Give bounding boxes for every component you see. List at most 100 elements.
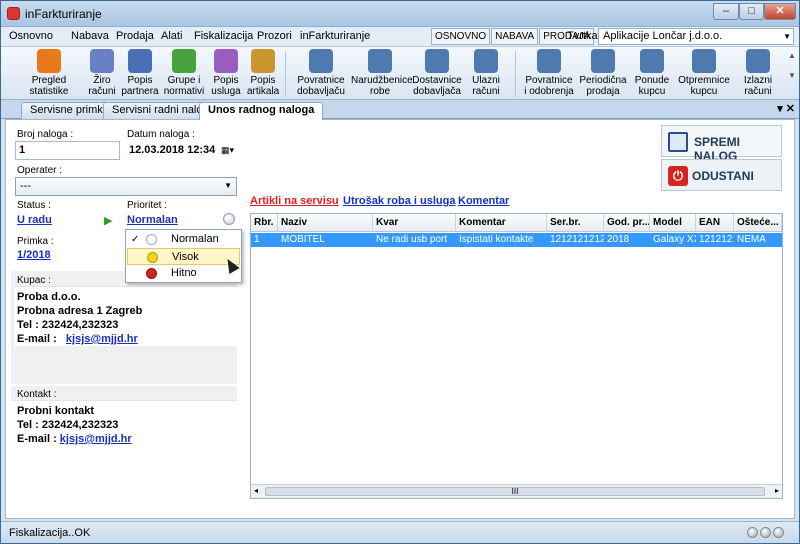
ribbon-popis-partnera[interactable]: Popis partnera <box>121 49 159 97</box>
ribbon-ulazni-racuni[interactable]: Ulazni računi <box>469 49 503 97</box>
ribbon-label: Popis artikala <box>247 75 280 97</box>
ribbon-label: Narudžbenice robe <box>351 75 413 97</box>
ribbon-popis-artikala[interactable]: Popis artikala <box>247 49 279 97</box>
ribbon-pregled-statistike[interactable]: Pregled statistike <box>25 49 73 97</box>
delivery-note-icon <box>425 49 449 73</box>
kupac-label: Kupac : <box>17 275 51 286</box>
ribbon-label: Ulazni računi <box>472 75 500 97</box>
tab-close-icon[interactable]: ▾ ✕ <box>777 102 795 115</box>
ribbon-ponude-kupcu[interactable]: Ponude kupcu <box>633 49 671 97</box>
check-icon: ✓ <box>131 234 140 245</box>
articles-icon <box>251 49 275 73</box>
column-header-naziv[interactable]: Naziv <box>278 214 373 232</box>
maximize-button[interactable]: □ <box>739 3 764 20</box>
play-icon[interactable]: ▶ <box>104 214 112 227</box>
ribbon-povratnice-dobavljacu[interactable]: Povratnice dobavljaču <box>295 49 347 97</box>
cell-ostecenje: NEMA <box>734 233 782 247</box>
datum-naloga-label: Datum naloga : <box>127 129 195 140</box>
priority-dropdown-menu: ✓ Normalan Visok Hitno <box>125 229 242 283</box>
menu-osnovno[interactable]: Osnovno <box>9 30 53 42</box>
close-button[interactable]: ✕ <box>764 3 796 20</box>
menu-nabava[interactable]: Nabava <box>71 30 109 42</box>
ribbon-separator <box>515 51 516 97</box>
menu-infarkturiranje[interactable]: inFarkturiranje <box>300 30 370 42</box>
partners-icon <box>128 49 152 73</box>
operater-select[interactable]: --- ▼ <box>15 177 237 196</box>
kupac-phone: Tel : 232424,232323 <box>17 319 119 331</box>
menu-prozori[interactable]: Prozori <box>257 30 292 42</box>
ribbon-scroll[interactable]: ▲ ▼ <box>787 51 797 95</box>
mode-nabava-button[interactable]: NABAVA <box>491 28 539 45</box>
ribbon-label: Povratnice i odobrenja <box>524 75 574 97</box>
cell-kvar: Ne radi usb port <box>373 233 456 247</box>
company-select[interactable]: Aplikacije Lončar j.d.o.o. ▼ <box>598 28 794 45</box>
minimize-button[interactable]: – <box>713 3 739 20</box>
save-button[interactable]: SPREMI NALOG <box>661 125 782 163</box>
ribbon-popis-usluga[interactable]: Popis usluga <box>209 49 243 97</box>
ribbon-narudzbenice-robe[interactable]: Narudžbenice robe <box>351 49 413 97</box>
operater-value: --- <box>20 180 31 192</box>
periodic-sales-icon <box>591 49 615 73</box>
scroll-thumb[interactable]: III <box>265 487 765 496</box>
tab-komentar[interactable]: Komentar <box>458 195 509 207</box>
cell-naziv: MOBITEL <box>278 233 373 247</box>
column-header-serbr[interactable]: Ser.br. <box>547 214 604 232</box>
column-header-komentar[interactable]: Komentar <box>456 214 547 232</box>
prioritet-link[interactable]: Normalan <box>127 214 178 226</box>
red-circle-icon <box>146 268 157 279</box>
calendar-icon[interactable]: ▦▾ <box>221 144 234 157</box>
floppy-disk-icon <box>668 132 688 152</box>
kupac-email-link[interactable]: kjsjs@mjjd.hr <box>66 333 138 345</box>
horizontal-scrollbar[interactable]: ◂ III ▸ <box>251 484 782 498</box>
incoming-invoice-icon <box>474 49 498 73</box>
quote-icon <box>640 49 664 73</box>
status-indicator-icon <box>747 527 758 538</box>
scroll-left-icon[interactable]: ◂ <box>254 486 258 495</box>
priority-option-label: Hitno <box>171 267 197 279</box>
column-header-ostecenje[interactable]: Ošteće... <box>734 214 782 232</box>
ribbon-label: Dostavnice dobavljača <box>412 75 462 97</box>
ribbon-otpremnice-kupcu[interactable]: Otpremnice kupcu <box>677 49 731 97</box>
menu-prodaja[interactable]: Prodaja <box>116 30 154 42</box>
bank-accounts-icon <box>90 49 114 73</box>
ribbon-grupe-normativi[interactable]: Grupe i normativi <box>163 49 205 97</box>
column-header-kvar[interactable]: Kvar <box>373 214 456 232</box>
scroll-right-icon[interactable]: ▸ <box>775 486 779 495</box>
menu-alati[interactable]: Alati <box>161 30 182 42</box>
window-title: inFarkturiranje <box>25 7 102 21</box>
returns-approvals-icon <box>537 49 561 73</box>
column-header-rbr[interactable]: Rbr. <box>251 214 278 232</box>
cell-serbr: 1212121212 <box>547 233 604 247</box>
tab-artikli-na-servisu[interactable]: Artikli na servisu <box>250 195 339 207</box>
column-header-model[interactable]: Model <box>650 214 696 232</box>
primka-link[interactable]: 1/2018 <box>17 249 51 261</box>
tab-unos-radnog-naloga[interactable]: Unos radnog naloga <box>199 102 324 120</box>
return-supplier-icon <box>309 49 333 73</box>
status-indicator-icon <box>760 527 771 538</box>
ribbon-label: Periodična prodaja <box>579 75 627 97</box>
status-link[interactable]: U radu <box>17 214 52 226</box>
ribbon-ziro-racuni[interactable]: Žiro računi <box>87 49 117 97</box>
white-circle-icon <box>146 234 157 245</box>
cancel-button[interactable]: ⏻ ODUSTANI <box>661 159 782 191</box>
ribbon-periodicna-prodaja[interactable]: Periodična prodaja <box>579 49 627 97</box>
column-header-ean[interactable]: EAN <box>696 214 734 232</box>
menu-fiskalizacija[interactable]: Fiskalizacija <box>194 30 253 42</box>
priority-option-hitno[interactable]: Hitno <box>127 265 240 282</box>
datum-naloga-field[interactable]: 12.03.2018 12:34 ▦▾ <box>125 141 237 160</box>
tab-utrosak-roba-usluga[interactable]: Utrošak roba i usluga <box>343 195 455 207</box>
cell-komentar: Ispistati kontakte <box>456 233 547 247</box>
broj-naloga-field[interactable]: 1 <box>15 141 120 160</box>
app-logo-icon <box>7 7 20 20</box>
kontakt-email-link[interactable]: kjsjs@mjjd.hr <box>60 433 132 445</box>
priority-option-normalan[interactable]: ✓ Normalan <box>127 231 240 248</box>
ribbon-izlazni-racuni[interactable]: Izlazni računi <box>741 49 775 97</box>
ribbon-toolbar: Pregled statistike Žiro računi Popis par… <box>1 47 799 100</box>
status-text: Fiskalizacija..OK <box>9 527 91 539</box>
mode-osnovno-button[interactable]: OSNOVNO <box>431 28 491 45</box>
ribbon-dostavnice-dobavljaca[interactable]: Dostavnice dobavljača <box>411 49 463 97</box>
ribbon-povratnice-odobrenja[interactable]: Povratnice i odobrenja <box>523 49 575 97</box>
kontakt-email-row: E-mail : kjsjs@mjjd.hr <box>17 432 234 446</box>
column-header-god-proizvodnje[interactable]: God. pr... <box>604 214 650 232</box>
chart-icon <box>37 49 61 73</box>
